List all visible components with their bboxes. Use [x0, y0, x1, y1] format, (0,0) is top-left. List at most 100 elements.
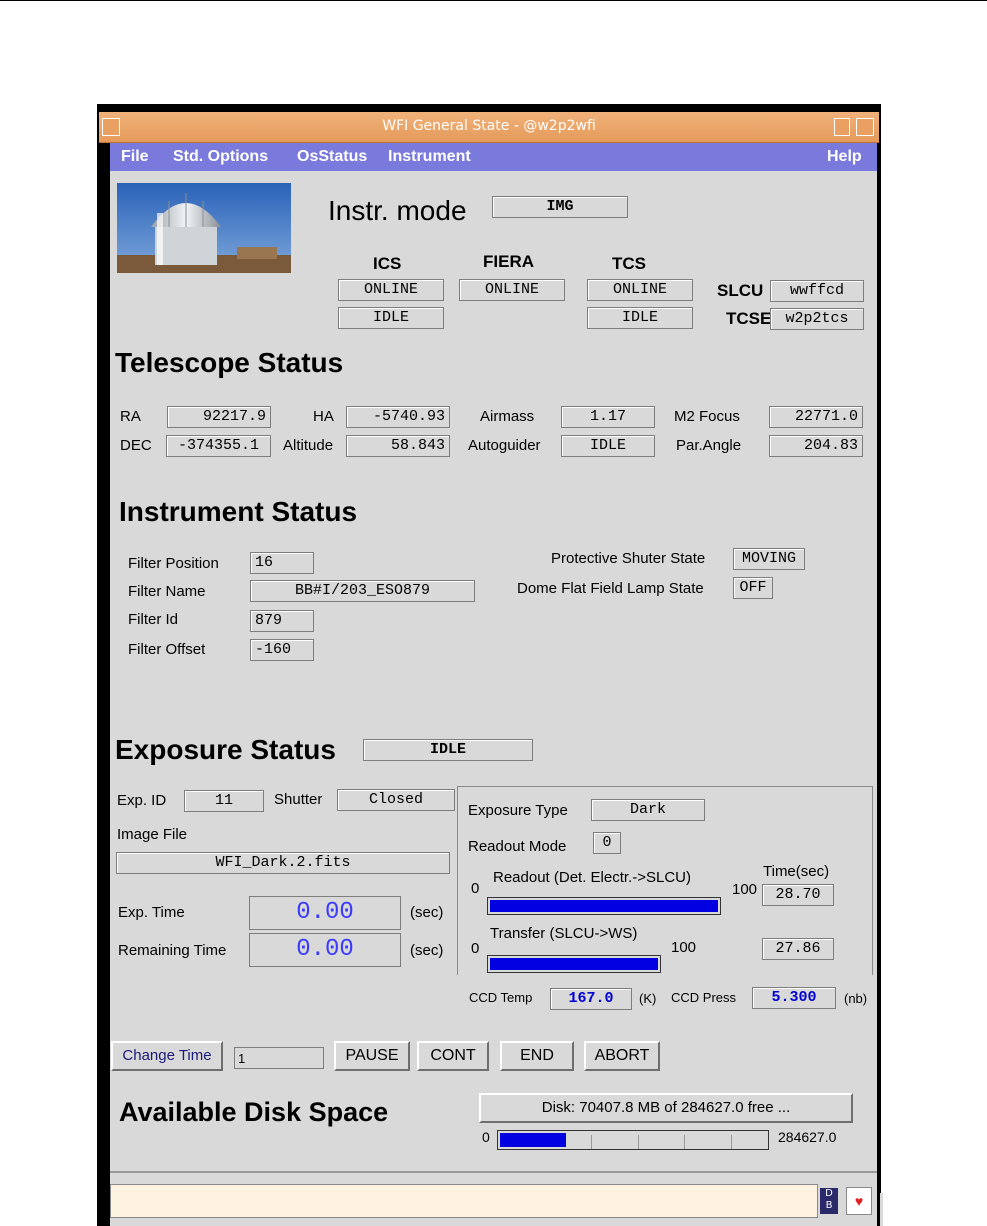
- readout-progress-bar: [487, 897, 721, 915]
- readout-progress-fill: [490, 900, 718, 912]
- filter-offset-value: -160: [250, 639, 314, 661]
- fiera-label: FIERA: [483, 252, 534, 271]
- filter-name-value: BB#I/203_ESO879: [250, 580, 475, 602]
- maximize-button[interactable]: [856, 118, 874, 136]
- altitude-value: 58.843: [346, 435, 450, 457]
- ccd-temp-label: CCD Temp: [469, 990, 533, 1005]
- ics-label: ICS: [373, 254, 402, 273]
- time-input[interactable]: [234, 1047, 324, 1069]
- parangle-value: 204.83: [769, 435, 863, 457]
- transfer-max: 100: [671, 939, 697, 956]
- remaining-time-unit: (sec): [410, 942, 444, 959]
- airmass-label: Airmass: [480, 408, 535, 425]
- autoguider-value: IDLE: [561, 435, 655, 457]
- m2focus-label: M2 Focus: [674, 408, 740, 425]
- minimize-button[interactable]: [834, 118, 850, 136]
- readout-mode-value: 0: [593, 832, 621, 854]
- airmass-value: 1.17: [561, 406, 655, 428]
- slcu-label: SLCU: [717, 281, 764, 300]
- top-divider: [0, 0, 987, 1]
- exp-time-value: 0.00: [249, 896, 401, 930]
- telescope-status-title: Telescope Status: [115, 347, 344, 378]
- instr-mode-value: IMG: [492, 196, 628, 218]
- ra-value: 92217.9: [167, 406, 271, 428]
- window-title: WFI General State - @w2p2wfi: [382, 118, 596, 134]
- filter-position-label: Filter Position: [128, 555, 219, 572]
- ccd-press-value: 5.300: [752, 987, 836, 1009]
- exposure-type-label: Exposure Type: [468, 802, 568, 819]
- menu-std-options[interactable]: Std. Options: [173, 148, 268, 166]
- pause-button[interactable]: PAUSE: [334, 1041, 410, 1071]
- autoguider-label: Autoguider: [468, 437, 541, 454]
- filter-offset-label: Filter Offset: [128, 641, 206, 658]
- remaining-time-value: 0.00: [249, 933, 401, 967]
- change-time-button[interactable]: Change Time: [111, 1041, 223, 1071]
- remaining-time-label: Remaining Time: [118, 942, 227, 959]
- exposure-type-value: Dark: [591, 799, 705, 821]
- menu-instrument[interactable]: Instrument: [388, 148, 471, 166]
- lamp-state-value: OFF: [733, 577, 773, 599]
- ccd-temp-value: 167.0: [550, 988, 632, 1010]
- dec-label: DEC: [120, 437, 152, 454]
- time-sec-label: Time(sec): [763, 863, 830, 880]
- disk-min: 0: [482, 1129, 490, 1145]
- lamp-state-label: Dome Flat Field Lamp State: [517, 580, 704, 597]
- filter-position-value: 16: [250, 552, 314, 574]
- readout-min: 0: [471, 880, 480, 897]
- filter-id-label: Filter Id: [128, 611, 179, 628]
- altitude-label: Altitude: [283, 437, 334, 454]
- window-right-edge: [880, 1193, 883, 1226]
- title-bar[interactable]: WFI General State - @w2p2wfi: [99, 112, 879, 143]
- disk-usage-bar: [497, 1130, 769, 1150]
- tcse-value: w2p2tcs: [770, 308, 864, 330]
- tcse-label: TCSE: [726, 309, 772, 328]
- menu-help[interactable]: Help: [827, 148, 862, 166]
- status-divider: [110, 1171, 877, 1173]
- readout-max: 100: [732, 881, 758, 898]
- db-icon[interactable]: DB: [820, 1188, 838, 1214]
- slcu-value: wwffcd: [770, 280, 864, 302]
- exposure-status-title: Exposure Status: [115, 734, 336, 765]
- menu-os-status[interactable]: OsStatus: [297, 148, 367, 166]
- tcs-sub-state: IDLE: [587, 307, 693, 329]
- fiera-state: ONLINE: [459, 279, 565, 301]
- exp-time-label: Exp. Time: [118, 904, 185, 921]
- abort-button[interactable]: ABORT: [584, 1041, 660, 1071]
- ha-label: HA: [313, 408, 334, 425]
- shutter-value: Closed: [337, 789, 455, 811]
- transfer-min: 0: [471, 940, 480, 957]
- transfer-time-value: 27.86: [762, 938, 834, 960]
- dec-value: -374355.1: [166, 435, 271, 457]
- ics-sub-state: IDLE: [338, 307, 444, 329]
- tcs-label: TCS: [612, 254, 646, 273]
- disk-usage-fill: [500, 1133, 566, 1147]
- main-panel: Instr. mode IMG ICS FIERA TCS ONLINE ONL…: [110, 171, 877, 1226]
- disk-max: 284627.0: [778, 1129, 837, 1145]
- exposure-state: IDLE: [363, 739, 533, 761]
- transfer-progress-bar: [487, 955, 661, 973]
- end-button[interactable]: END: [500, 1041, 574, 1071]
- menu-bar: File Std. Options OsStatus Instrument He…: [110, 143, 877, 171]
- cont-button[interactable]: CONT: [417, 1041, 489, 1071]
- readout-progress-label: Readout (Det. Electr.->SLCU): [493, 869, 691, 886]
- heart-icon[interactable]: ♥: [846, 1187, 872, 1215]
- image-file-label: Image File: [117, 826, 188, 843]
- ha-value: -5740.93: [346, 406, 450, 428]
- ccd-press-unit: (nb): [844, 991, 868, 1006]
- ics-state: ONLINE: [338, 279, 444, 301]
- menu-file[interactable]: File: [121, 148, 149, 166]
- tcs-state: ONLINE: [587, 279, 693, 301]
- transfer-progress-label: Transfer (SLCU->WS): [490, 925, 638, 942]
- shutter-state-value: MOVING: [733, 548, 805, 570]
- disk-summary-button[interactable]: Disk: 70407.8 MB of 284627.0 free ...: [479, 1093, 853, 1123]
- exp-id-label: Exp. ID: [117, 792, 167, 809]
- status-message-field[interactable]: [110, 1184, 818, 1218]
- observatory-dome-image: [117, 183, 291, 273]
- ccd-press-label: CCD Press: [671, 990, 737, 1005]
- readout-mode-label: Readout Mode: [468, 838, 567, 855]
- readout-time-value: 28.70: [762, 884, 834, 906]
- shutter-label: Shutter: [274, 791, 323, 808]
- parangle-label: Par.Angle: [676, 437, 742, 454]
- instr-mode-label: Instr. mode: [328, 195, 467, 226]
- transfer-progress-fill: [490, 958, 658, 970]
